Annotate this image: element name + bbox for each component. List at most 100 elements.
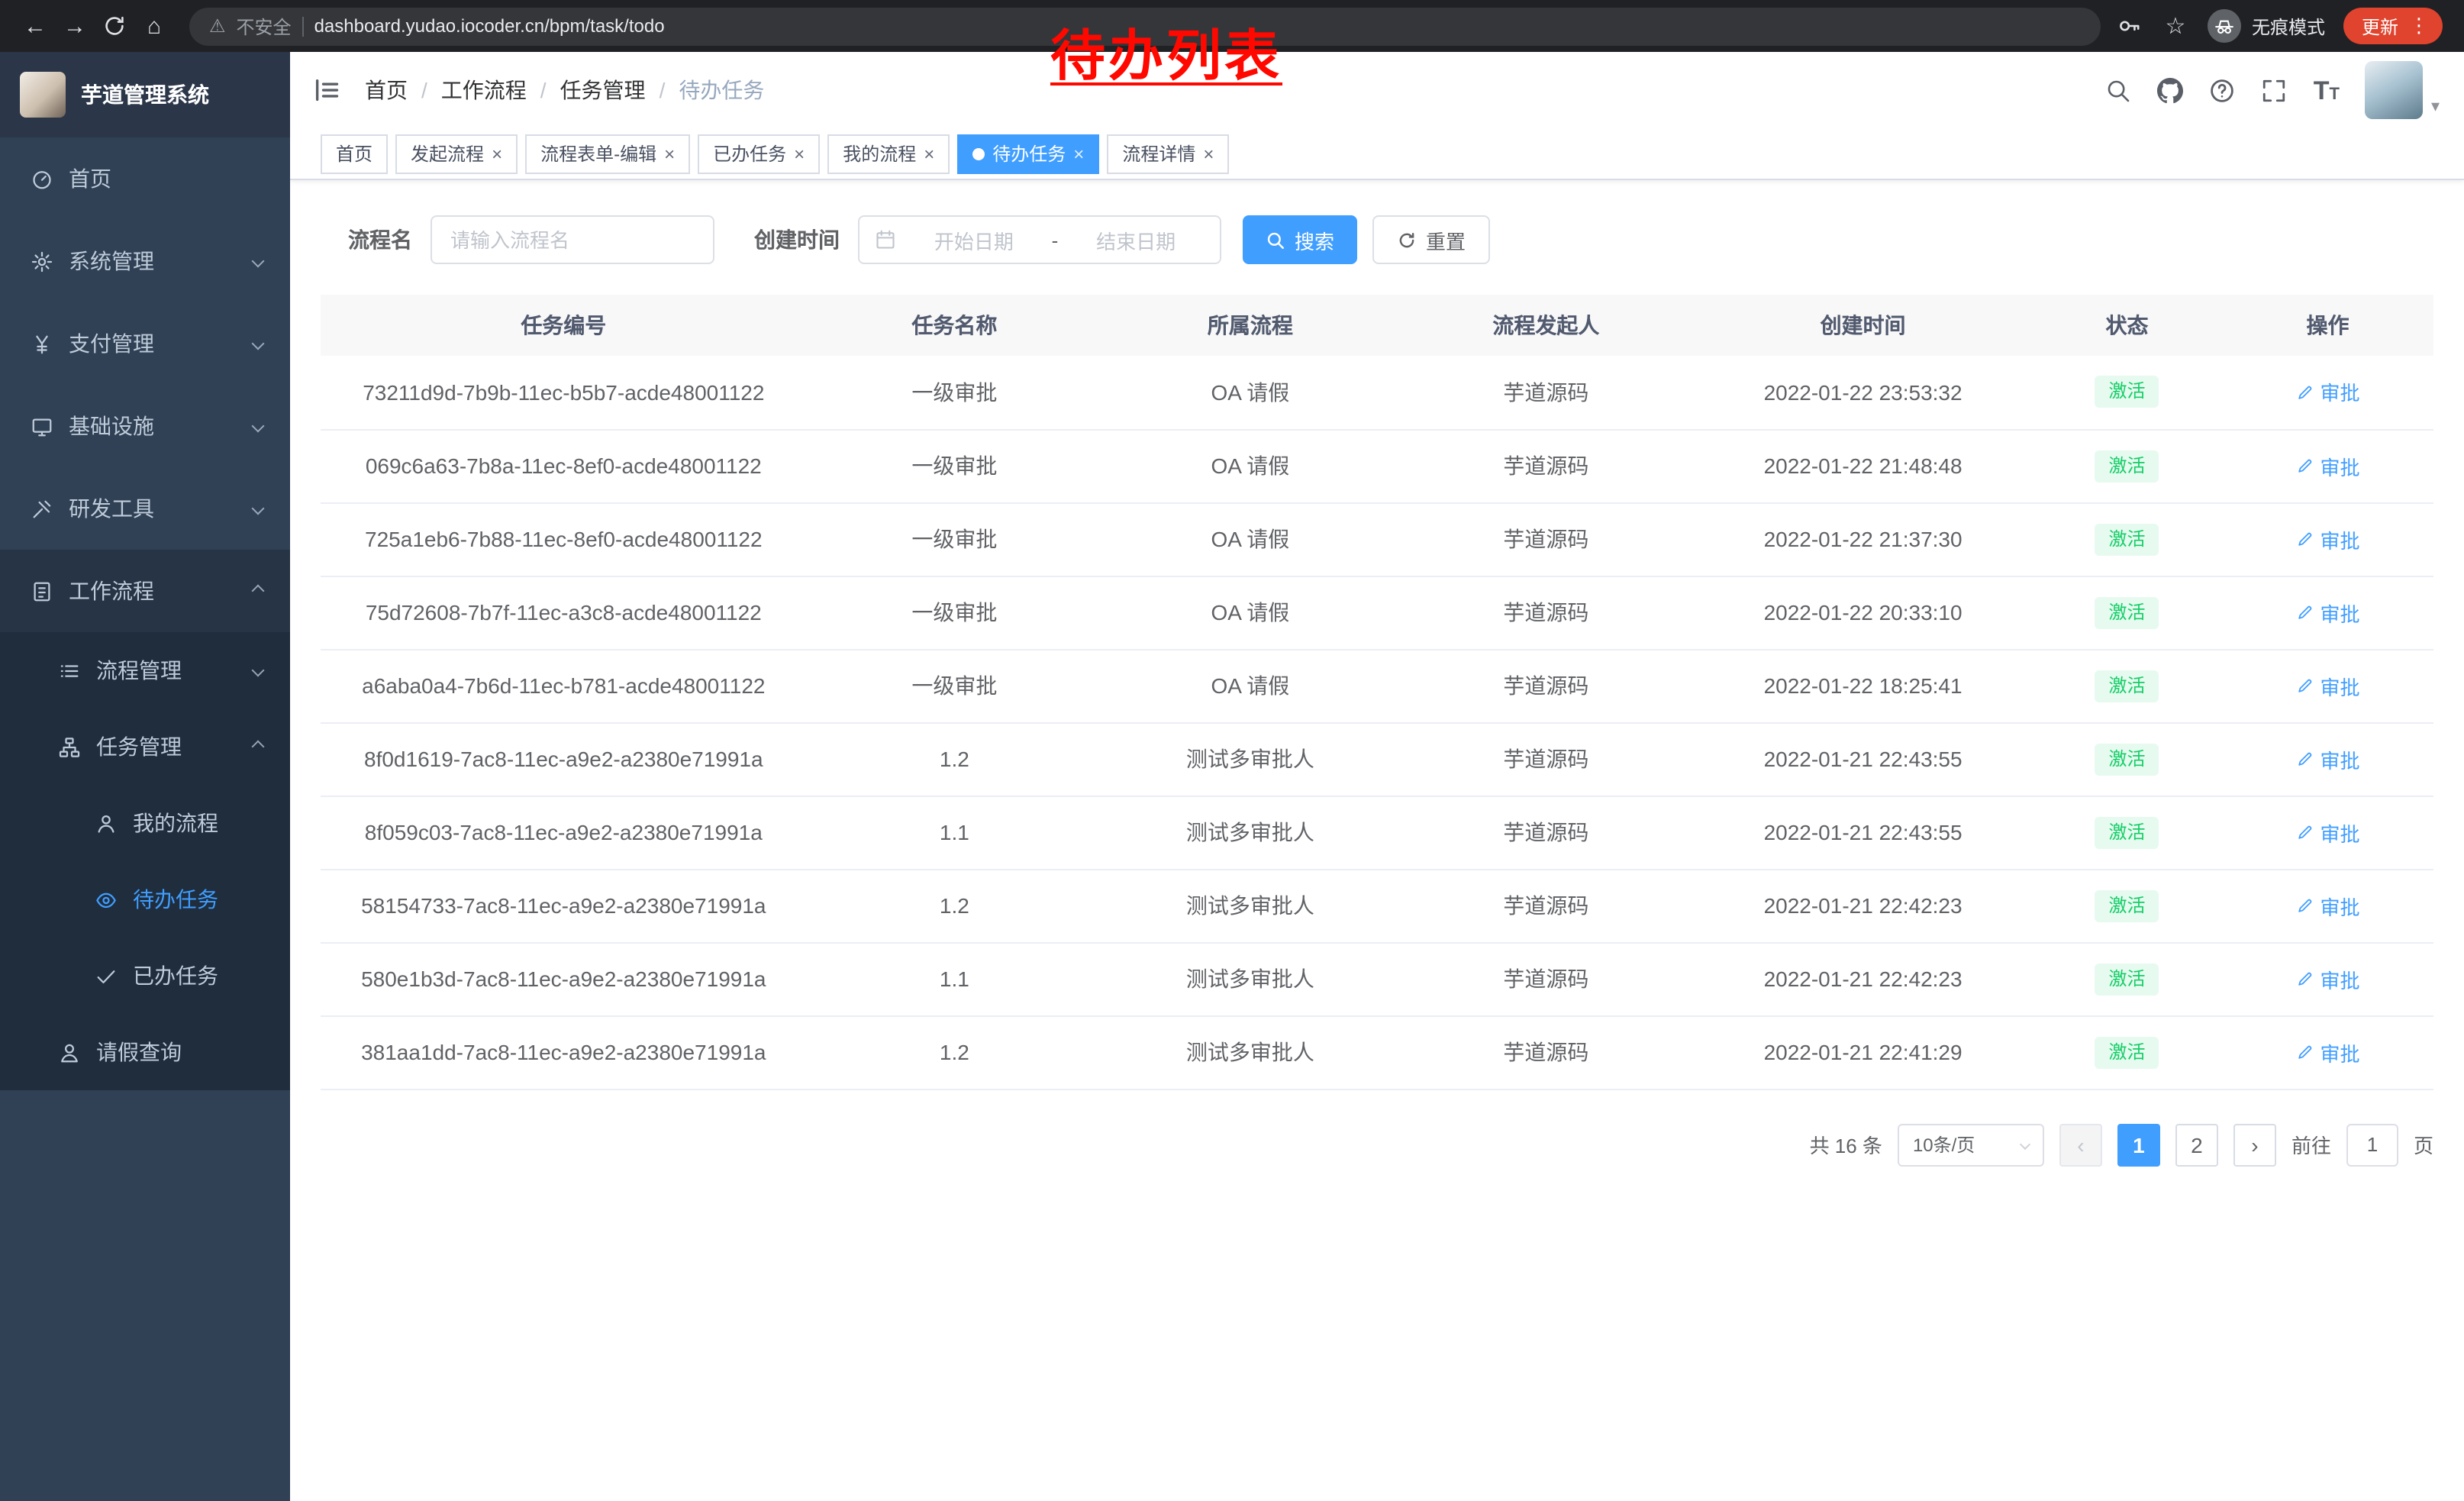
user-icon — [58, 1041, 81, 1064]
user-avatar[interactable]: ▾ — [2366, 61, 2440, 119]
sidebar-item-process-mgmt[interactable]: 流程管理 — [0, 632, 290, 709]
sidebar-item-task-mgmt[interactable]: 任务管理 — [0, 709, 290, 785]
task-id-cell: 8f059c03-7ac8-11ec-a9e2-a2380e71991a — [321, 796, 807, 869]
approve-link[interactable]: 审批 — [2296, 598, 2360, 627]
filter-bar: 流程名 创建时间 开始日期 - 结束日期 搜索 重置 — [348, 215, 2433, 264]
tab-form-edit[interactable]: 流程表单-编辑 × — [525, 134, 690, 173]
action-cell: 审批 — [2222, 1015, 2433, 1089]
sidebar-item-home[interactable]: 首页 — [0, 137, 290, 220]
github-icon[interactable] — [2158, 77, 2184, 103]
process-name-input[interactable] — [431, 215, 714, 264]
action-cell: 审批 — [2222, 502, 2433, 576]
tab-my-process[interactable]: 我的流程 × — [827, 134, 950, 173]
table-header-row: 任务编号 任务名称 所属流程 流程发起人 创建时间 状态 操作 — [321, 295, 2433, 356]
back-button[interactable]: ← — [15, 6, 55, 46]
starter-cell: 芋道源码 — [1398, 649, 1695, 722]
address-bar[interactable]: ⚠ 不安全 dashboard.yudao.iocoder.cn/bpm/tas… — [189, 7, 2101, 45]
create-time-cell: 2022-01-22 18:25:41 — [1694, 649, 2032, 722]
reset-button[interactable]: 重置 — [1372, 215, 1490, 264]
home-button[interactable]: ⌂ — [134, 6, 174, 46]
tools-icon — [31, 497, 53, 520]
forward-button[interactable]: → — [55, 6, 95, 46]
close-icon[interactable]: × — [1073, 144, 1084, 163]
sidebar-item-system[interactable]: 系统管理 — [0, 220, 290, 302]
question-icon[interactable] — [2210, 77, 2236, 103]
date-range-picker[interactable]: 开始日期 - 结束日期 — [858, 215, 1221, 264]
chevron-up-icon — [252, 741, 265, 754]
close-icon[interactable]: × — [1203, 144, 1214, 163]
status-badge: 激活 — [2095, 376, 2159, 408]
approve-link[interactable]: 审批 — [2296, 964, 2360, 993]
breadcrumb-workflow[interactable]: 工作流程 — [441, 75, 527, 105]
update-button[interactable]: 更新 ⋮ — [2343, 8, 2443, 44]
app-logo[interactable]: 芋道管理系统 — [0, 52, 290, 137]
process-cell: OA 请假 — [1102, 356, 1398, 429]
font-size-icon[interactable]: TT — [2314, 77, 2340, 103]
sidebar-item-leave-query[interactable]: 请假查询 — [0, 1014, 290, 1090]
approve-link[interactable]: 审批 — [2296, 671, 2360, 700]
incognito-icon — [2208, 9, 2241, 43]
fullscreen-icon[interactable] — [2262, 77, 2288, 103]
page-1-button[interactable]: 1 — [2117, 1123, 2160, 1166]
sidebar-item-devtools[interactable]: 研发工具 — [0, 467, 290, 550]
end-date-placeholder: 结束日期 — [1067, 225, 1205, 254]
approve-link[interactable]: 审批 — [2296, 744, 2360, 773]
col-action: 操作 — [2222, 295, 2433, 356]
page-2-button[interactable]: 2 — [2175, 1123, 2218, 1166]
close-icon[interactable]: × — [492, 144, 502, 163]
reload-button[interactable] — [95, 6, 134, 46]
edit-icon — [2296, 530, 2314, 548]
task-id-cell: 75d72608-7b7f-11ec-a3c8-acde48001122 — [321, 576, 807, 649]
breadcrumb-task-mgmt[interactable]: 任务管理 — [560, 75, 646, 105]
tab-home[interactable]: 首页 — [321, 134, 388, 173]
next-page-button[interactable]: › — [2233, 1123, 2276, 1166]
total-count: 共 16 条 — [1810, 1130, 1882, 1159]
caret-down-icon: ▾ — [2431, 96, 2440, 119]
close-icon[interactable]: × — [664, 144, 675, 163]
tab-todo-task[interactable]: 待办任务 × — [957, 134, 1099, 173]
header-actions: TT ▾ — [2106, 61, 2440, 119]
browser-actions: ☆ 无痕模式 更新 ⋮ — [2116, 8, 2449, 44]
tab-start-process[interactable]: 发起流程 × — [395, 134, 518, 173]
create-time-cell: 2022-01-21 22:42:23 — [1694, 869, 2032, 942]
tab-process-detail[interactable]: 流程详情 × — [1107, 134, 1229, 173]
sidebar-item-my-process[interactable]: 我的流程 — [0, 785, 290, 861]
sidebar-item-infrastructure[interactable]: 基础设施 — [0, 385, 290, 467]
sidebar-item-done-task[interactable]: 已办任务 — [0, 938, 290, 1014]
bookmark-star-icon[interactable]: ☆ — [2162, 12, 2189, 40]
approve-link[interactable]: 审批 — [2296, 891, 2360, 920]
close-icon[interactable]: × — [924, 144, 934, 163]
close-icon[interactable]: × — [794, 144, 805, 163]
status-badge: 激活 — [2095, 963, 2159, 995]
menu-dots-icon[interactable]: ⋮ — [2409, 14, 2429, 38]
action-cell: 审批 — [2222, 722, 2433, 796]
approve-link[interactable]: 审批 — [2296, 525, 2360, 554]
search-button[interactable]: 搜索 — [1243, 215, 1357, 264]
edit-icon — [2296, 823, 2314, 841]
screen: ← → ⌂ ⚠ 不安全 dashboard.yudao.iocoder.cn/b… — [0, 0, 2464, 1501]
sidebar-item-todo-task[interactable]: 待办任务 — [0, 861, 290, 938]
key-icon[interactable] — [2116, 12, 2143, 40]
process-cell: 测试多审批人 — [1102, 796, 1398, 869]
approve-link[interactable]: 审批 — [2296, 378, 2360, 407]
goto-page-input[interactable] — [2346, 1123, 2398, 1166]
edit-icon — [2296, 1043, 2314, 1061]
calendar-icon — [875, 229, 896, 250]
breadcrumb-home[interactable]: 首页 — [365, 75, 408, 105]
sidebar-item-payment[interactable]: 支付管理 — [0, 302, 290, 385]
edit-icon — [2296, 676, 2314, 695]
page-size-select[interactable]: 10条/页 — [1898, 1123, 2044, 1166]
tab-done-task[interactable]: 已办任务 × — [698, 134, 820, 173]
status-cell: 激活 — [2032, 1015, 2222, 1089]
process-cell: OA 请假 — [1102, 502, 1398, 576]
approve-link[interactable]: 审批 — [2296, 1038, 2360, 1067]
table-row: 75d72608-7b7f-11ec-a3c8-acde48001122 一级审… — [321, 576, 2433, 649]
sidebar-toggle-icon[interactable] — [313, 76, 340, 104]
approve-link[interactable]: 审批 — [2296, 818, 2360, 847]
sidebar-item-workflow[interactable]: 工作流程 — [0, 550, 290, 632]
chevron-down-icon — [252, 337, 265, 350]
search-icon[interactable] — [2106, 77, 2132, 103]
process-cell: 测试多审批人 — [1102, 722, 1398, 796]
approve-link[interactable]: 审批 — [2296, 451, 2360, 480]
prev-page-button[interactable]: ‹ — [2059, 1123, 2102, 1166]
